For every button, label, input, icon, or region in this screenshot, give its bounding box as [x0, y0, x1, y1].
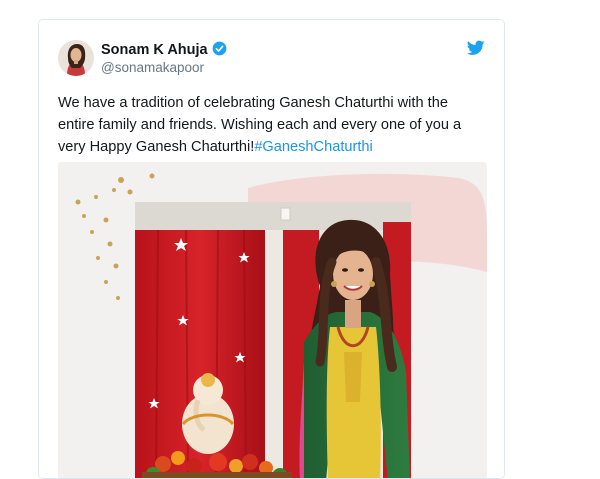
- twitter-bird-icon[interactable]: [467, 40, 485, 56]
- avatar-image: [58, 40, 94, 76]
- tweet-text: We have a tradition of celebrating Ganes…: [58, 92, 488, 158]
- author-name-text: Sonam K Ahuja: [101, 42, 208, 58]
- author-avatar[interactable]: [58, 40, 94, 76]
- tweet-card: Sonam K Ahuja @sonamakapoor We have a tr…: [38, 19, 505, 479]
- tweet-media-image[interactable]: [58, 162, 487, 478]
- verified-badge-icon: [212, 41, 226, 56]
- hashtag-link[interactable]: #GaneshChaturthi: [254, 139, 372, 155]
- author-handle[interactable]: @sonamakapoor: [101, 60, 204, 75]
- author-name[interactable]: Sonam K Ahuja: [101, 41, 227, 58]
- celebration-photo: [58, 162, 487, 478]
